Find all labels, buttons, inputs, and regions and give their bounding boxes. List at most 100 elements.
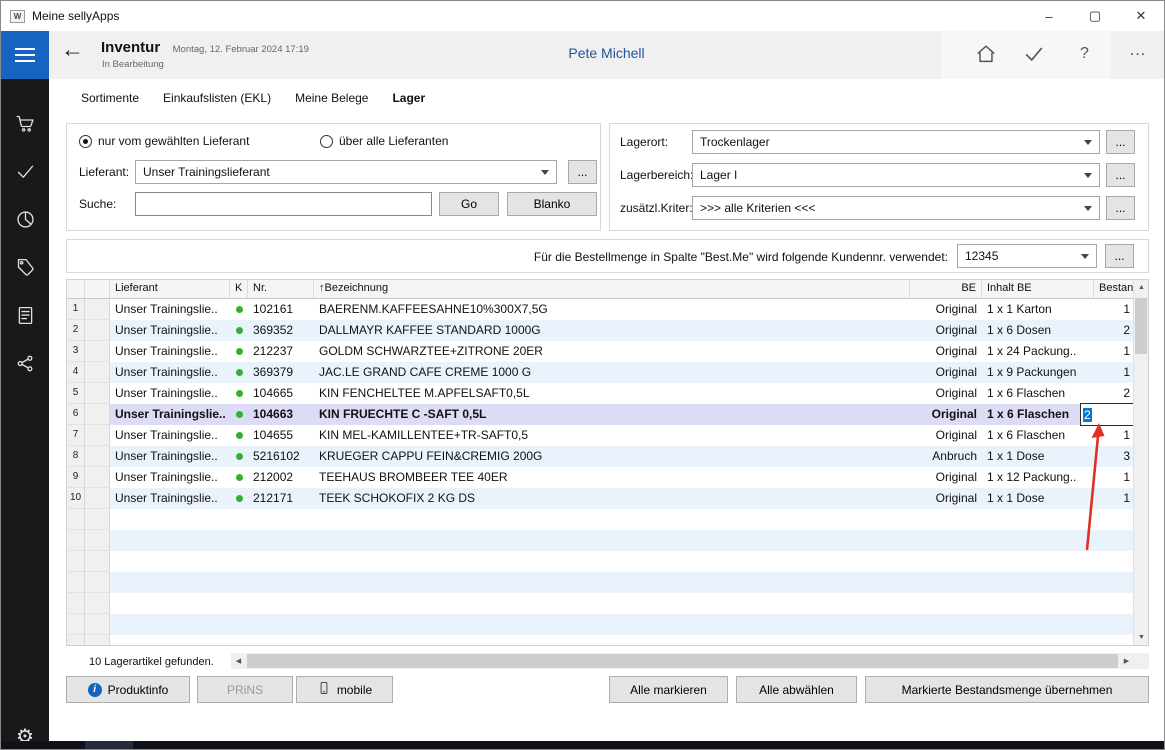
cell-bez[interactable]: BAERENM.KAFFEESAHNE10%300X7,5G (314, 299, 910, 320)
cell-nr[interactable]: 104665 (248, 383, 314, 404)
cell-k[interactable] (230, 488, 248, 509)
horizontal-scrollbar[interactable]: ◀ ▶ (231, 653, 1134, 669)
cell-k[interactable] (230, 404, 248, 425)
cell-lieferant[interactable]: Unser Trainingslie.. (110, 320, 230, 341)
cell-lieferant[interactable]: Unser Trainingslie.. (110, 383, 230, 404)
cell-inhalt[interactable]: 1 x 1 Karton (982, 299, 1094, 320)
cell-lieferant[interactable]: Unser Trainingslie.. (110, 488, 230, 509)
go-button[interactable]: Go (439, 192, 499, 216)
table-row[interactable]: 7Unser Trainingslie..104655KIN MEL-KAMIL… (67, 425, 1133, 446)
scroll-left-icon[interactable]: ◀ (231, 653, 246, 669)
cell-bestand[interactable]: 1 (1094, 299, 1133, 320)
tab-meine-belege[interactable]: Meine Belege (295, 91, 368, 105)
help-icon[interactable]: ? (1080, 45, 1089, 63)
cell-inhalt[interactable]: 1 x 9 Packungen (982, 362, 1094, 383)
cell-be[interactable]: Original (910, 383, 982, 404)
cell-bez[interactable]: JAC.LE GRAND CAFE CREME 1000 G (314, 362, 910, 383)
table-row[interactable]: 4Unser Trainingslie..369379JAC.LE GRAND … (67, 362, 1133, 383)
lagerort-browse-button[interactable]: ... (1106, 130, 1135, 154)
cell-nr[interactable]: 212002 (248, 467, 314, 488)
lagerort-select[interactable]: Trockenlager (692, 130, 1100, 154)
lagerbereich-browse-button[interactable]: ... (1106, 163, 1135, 187)
tab-lager[interactable]: Lager (392, 91, 425, 105)
column-header-k[interactable]: K (230, 280, 248, 298)
cell-lieferant[interactable]: Unser Trainingslie.. (110, 467, 230, 488)
table-row[interactable]: 9Unser Trainingslie..212002TEEHAUS BROMB… (67, 467, 1133, 488)
scroll-right-icon[interactable]: ▶ (1119, 653, 1134, 669)
tab-einkaufslisten[interactable]: Einkaufslisten (EKL) (163, 91, 271, 105)
share-network-icon[interactable] (1, 343, 49, 383)
cell-k[interactable] (230, 425, 248, 446)
prins-button[interactable]: PRiNS (197, 676, 293, 703)
cell-nr[interactable]: 369352 (248, 320, 314, 341)
cell-k[interactable] (230, 467, 248, 488)
kriterien-browse-button[interactable]: ... (1106, 196, 1135, 220)
journal-icon[interactable] (1, 295, 49, 335)
close-button[interactable]: ✕ (1118, 1, 1164, 31)
kundennr-browse-button[interactable]: ... (1105, 244, 1134, 268)
cell-bez[interactable]: GOLDM SCHWARZTEE+ZITRONE 20ER (314, 341, 910, 362)
cell-inhalt[interactable]: 1 x 6 Dosen (982, 320, 1094, 341)
cell-lieferant[interactable]: Unser Trainingslie.. (110, 341, 230, 362)
cell-lieferant[interactable]: Unser Trainingslie.. (110, 404, 230, 425)
uebernehmen-button[interactable]: Markierte Bestandsmenge übernehmen (865, 676, 1149, 703)
cell-k[interactable] (230, 362, 248, 383)
column-header-bez[interactable]: ↑Bezeichnung (314, 280, 910, 298)
minimize-button[interactable]: – (1026, 1, 1072, 31)
mobile-button[interactable]: mobile (296, 676, 393, 703)
cell-bestand[interactable]: 1 (1094, 362, 1133, 383)
blanko-button[interactable]: Blanko (507, 192, 597, 216)
cell-be[interactable]: Original (910, 467, 982, 488)
cell-lieferant[interactable]: Unser Trainingslie.. (110, 362, 230, 383)
cell-bez[interactable]: TEEK SCHOKOFIX 2 KG DS (314, 488, 910, 509)
cell-be[interactable]: Original (910, 404, 982, 425)
cell-bestand[interactable]: 1 (1094, 341, 1133, 362)
cell-lieferant[interactable]: Unser Trainingslie.. (110, 446, 230, 467)
scroll-down-icon[interactable]: ▼ (1134, 630, 1149, 645)
cell-bez[interactable]: KIN MEL-KAMILLENTEE+TR-SAFT0,5 (314, 425, 910, 446)
pie-chart-icon[interactable] (1, 199, 49, 239)
tag-icon[interactable] (1, 247, 49, 287)
cell-nr[interactable]: 104655 (248, 425, 314, 446)
alle-abwaehlen-button[interactable]: Alle abwählen (736, 676, 857, 703)
cell-k[interactable] (230, 299, 248, 320)
column-header-be[interactable]: BE (910, 280, 982, 298)
hamburger-menu-icon[interactable] (1, 31, 49, 79)
cell-bestand[interactable]: 2 (1094, 320, 1133, 341)
cell-bez[interactable]: DALLMAYR KAFFEE STANDARD 1000G (314, 320, 910, 341)
confirm-check-icon[interactable] (1023, 43, 1045, 70)
cell-k[interactable] (230, 446, 248, 467)
cell-nr[interactable]: 102161 (248, 299, 314, 320)
cell-k[interactable] (230, 320, 248, 341)
tab-sortimente[interactable]: Sortimente (81, 91, 139, 105)
cell-nr[interactable]: 369379 (248, 362, 314, 383)
cell-be[interactable]: Original (910, 425, 982, 446)
column-header-inhalt[interactable]: Inhalt BE (982, 280, 1094, 298)
table-row[interactable]: 10Unser Trainingslie..212171TEEK SCHOKOF… (67, 488, 1133, 509)
cell-be[interactable]: Original (910, 299, 982, 320)
cart-icon[interactable] (1, 103, 49, 143)
cell-inhalt[interactable]: 1 x 6 Flaschen (982, 383, 1094, 404)
alle-markieren-button[interactable]: Alle markieren (609, 676, 728, 703)
checkmark-icon[interactable] (1, 151, 49, 191)
column-header-lieferant[interactable]: Lieferant (110, 280, 230, 298)
vertical-scrollbar[interactable]: ▲ ▼ (1133, 280, 1148, 645)
table-row[interactable]: 5Unser Trainingslie..104665KIN FENCHELTE… (67, 383, 1133, 404)
cell-be[interactable]: Original (910, 341, 982, 362)
horizontal-scroll-thumb[interactable] (247, 654, 1118, 668)
radio-all-suppliers[interactable] (320, 135, 333, 148)
cell-inhalt[interactable]: 1 x 24 Packung.. (982, 341, 1094, 362)
cell-be[interactable]: Original (910, 362, 982, 383)
radio-selected-supplier[interactable] (79, 135, 92, 148)
cell-be[interactable]: Anbruch (910, 446, 982, 467)
cell-k[interactable] (230, 383, 248, 404)
cell-lieferant[interactable]: Unser Trainingslie.. (110, 425, 230, 446)
cell-bez[interactable]: KIN FRUECHTE C -SAFT 0,5L (314, 404, 910, 425)
cell-be[interactable]: Original (910, 320, 982, 341)
column-header-bestand[interactable]: Bestand (1094, 280, 1135, 298)
table-row[interactable]: 6Unser Trainingslie..104663KIN FRUECHTE … (67, 404, 1133, 425)
table-row[interactable]: 3Unser Trainingslie..212237GOLDM SCHWARZ… (67, 341, 1133, 362)
column-header-nr[interactable]: Nr. (248, 280, 314, 298)
maximize-button[interactable]: ▢ (1072, 1, 1118, 31)
search-input[interactable] (135, 192, 432, 216)
